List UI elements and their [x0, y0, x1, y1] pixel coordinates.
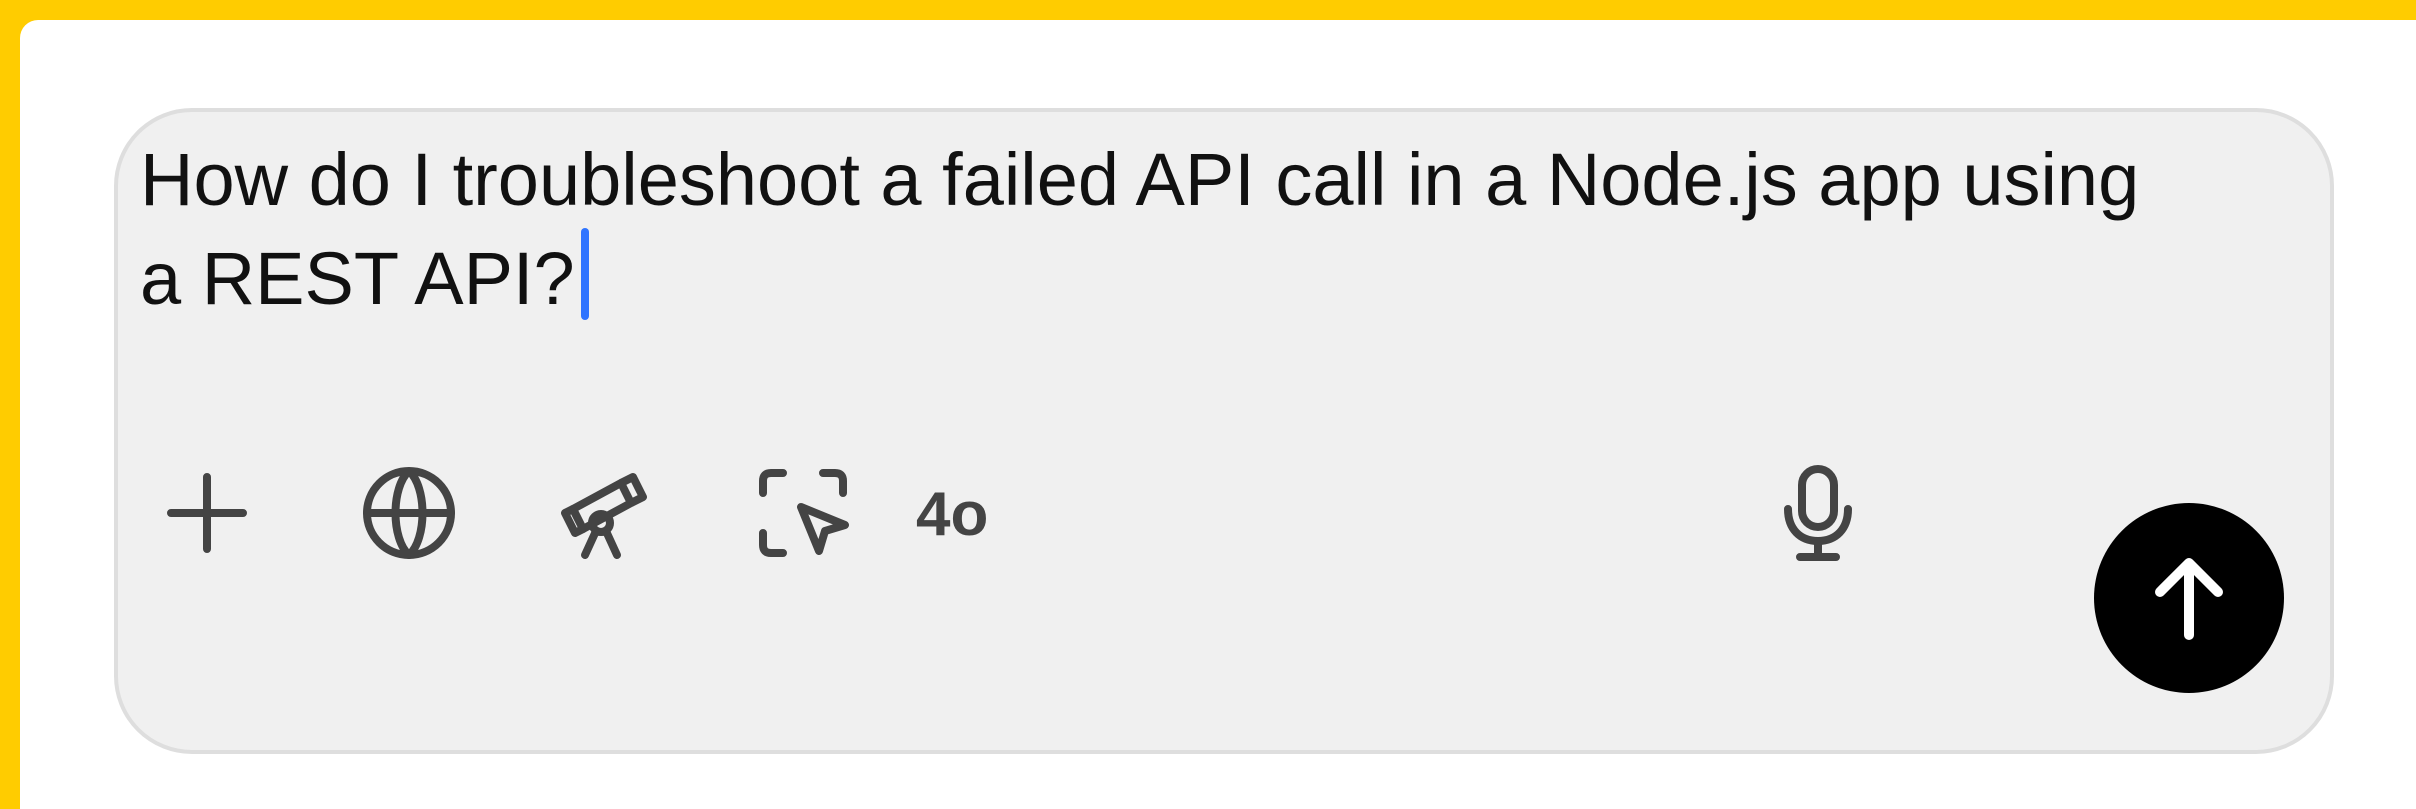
- web-search-button[interactable]: [346, 450, 472, 576]
- arrow-up-icon: [2146, 549, 2232, 648]
- telescope-icon: [553, 463, 653, 563]
- send-button[interactable]: [2094, 503, 2284, 693]
- model-selector[interactable]: 4o: [916, 477, 1066, 553]
- add-attachment-button[interactable]: [144, 450, 270, 576]
- operator-select-button[interactable]: [740, 450, 866, 576]
- globe-icon: [357, 461, 461, 565]
- voice-input-button[interactable]: [1755, 450, 1881, 576]
- app-window: How do I troubleshoot a failed API call …: [20, 20, 2416, 809]
- plus-icon: [161, 467, 253, 559]
- prompt-input[interactable]: How do I troubleshoot a failed API call …: [140, 132, 2180, 327]
- prompt-text: How do I troubleshoot a failed API call …: [140, 138, 2140, 320]
- cursor-select-icon: [751, 461, 855, 565]
- deep-research-button[interactable]: [540, 450, 666, 576]
- text-caret: [580, 228, 589, 320]
- microphone-icon: [1772, 461, 1864, 565]
